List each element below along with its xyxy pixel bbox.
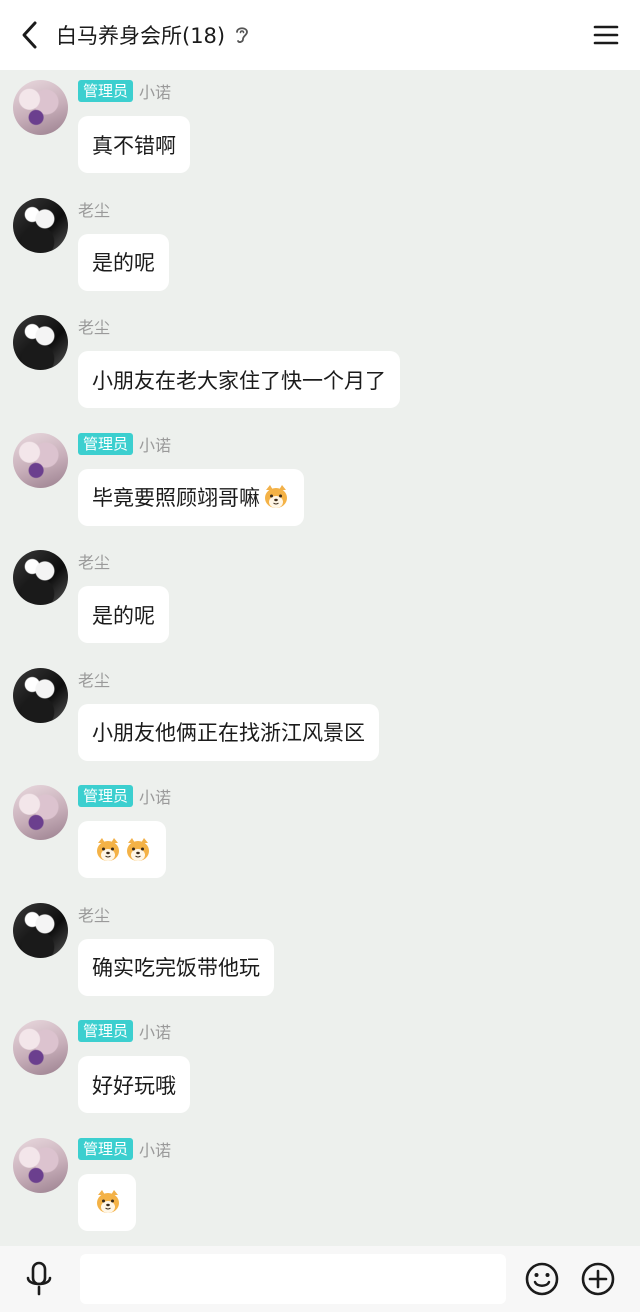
avatar[interactable] [13, 902, 68, 958]
menu-button[interactable] [586, 15, 626, 55]
avatar[interactable] [13, 80, 68, 135]
chat-title-area[interactable]: 白马养身会所(18) [56, 0, 251, 70]
more-button[interactable] [580, 1261, 616, 1297]
message-bubble[interactable]: 毕竟要照顾翊哥嘛 [78, 468, 304, 526]
shiba-dog-emoji-icon [127, 837, 149, 861]
message-text: 小朋友他俩正在找浙江风景区 [92, 721, 365, 745]
chat-screen: 白马养身会所(18) 管理员 小诺 真不错啊 老尘 是的呢 老尘 小朋友在老大家住了快一个月… [0, 0, 640, 1312]
message-list[interactable]: 管理员 小诺 真不错啊 老尘 是的呢 老尘 小朋友在老大家住了快一个月了 管理员 小诺 毕竟要照顾… [0, 70, 640, 1246]
message-text: 是的呢 [92, 603, 155, 628]
shiba-dog-emoji-icon [97, 837, 119, 861]
sender-name: 小诺 [139, 435, 172, 455]
sender-name: 小诺 [139, 83, 172, 102]
sender-line: 管理员 小诺 [78, 432, 171, 456]
message-text: 好好玩哦 [92, 1073, 176, 1098]
shiba-dog-emoji-icon [97, 1190, 119, 1213]
sender-name: 老尘 [78, 200, 111, 220]
chat-message: 管理员 小诺 [0, 775, 640, 893]
chat-message: 管理员 小诺毕竟要照顾翊哥嘛 [0, 423, 640, 541]
ear-icon [233, 24, 251, 46]
message-bubble[interactable]: 真不错啊 [78, 116, 190, 173]
sender-line: 管理员 小诺 [78, 1137, 171, 1161]
sender-line: 管理员 小诺 [78, 1019, 171, 1043]
sender-line: 老尘 [78, 667, 110, 691]
sender-name: 老尘 [78, 905, 111, 925]
avatar[interactable] [13, 550, 68, 605]
chat-message: 老尘确实吃完饭带他玩 [0, 893, 640, 1011]
chat-header: 白马养身会所(18) [0, 0, 640, 70]
sender-name: 老尘 [78, 553, 111, 572]
admin-badge: 管理员 [78, 1020, 134, 1042]
shiba-dog-emoji-icon [265, 485, 287, 508]
avatar[interactable] [13, 667, 68, 723]
sender-name: 小诺 [139, 788, 172, 807]
chat-message: 老尘小朋友在老大家住了快一个月了 [0, 305, 640, 423]
hamburger-menu-icon [593, 25, 619, 45]
sender-name: 老尘 [78, 318, 111, 337]
sender-line: 老尘 [78, 549, 110, 573]
admin-badge: 管理员 [78, 80, 134, 102]
sender-line: 管理员 小诺 [78, 79, 171, 103]
message-bubble[interactable]: 确实吃完饭带他玩 [78, 938, 274, 996]
smiley-icon [525, 1262, 559, 1296]
message-bubble[interactable] [78, 1173, 136, 1231]
avatar[interactable] [13, 315, 68, 370]
message-bubble[interactable]: 是的呢 [78, 233, 169, 291]
plus-circle-icon [581, 1262, 615, 1296]
voice-button[interactable] [20, 1260, 58, 1298]
microphone-icon [26, 1261, 52, 1296]
message-bubble[interactable]: 是的呢 [78, 586, 169, 643]
avatar[interactable] [13, 197, 68, 253]
sender-line: 管理员 小诺 [78, 784, 171, 808]
message-bubble[interactable] [78, 821, 166, 878]
sender-name: 老尘 [78, 670, 111, 690]
chat-message: 管理员 小诺真不错啊 [0, 70, 640, 188]
message-text: 小朋友在老大家住了快一个月了 [92, 368, 386, 393]
avatar[interactable] [13, 1020, 68, 1075]
back-button[interactable] [10, 15, 50, 55]
message-text: 毕竟要照顾翊哥嘛 [92, 486, 260, 510]
sender-line: 老尘 [78, 902, 110, 926]
chat-message: 老尘小朋友他俩正在找浙江风景区 [0, 658, 640, 776]
sender-line: 老尘 [78, 197, 110, 221]
chevron-left-icon [22, 21, 37, 49]
chat-message: 老尘是的呢 [0, 188, 640, 306]
message-text: 是的呢 [92, 251, 155, 275]
message-input[interactable] [80, 1254, 506, 1304]
message-text: 确实吃完饭带他玩 [92, 956, 260, 980]
admin-badge: 管理员 [78, 1137, 134, 1160]
chat-message: 管理员 小诺好好玩哦 [0, 1010, 640, 1128]
avatar[interactable] [13, 1137, 68, 1193]
message-text: 真不错啊 [92, 133, 176, 158]
admin-badge: 管理员 [78, 785, 134, 807]
sender-name: 小诺 [139, 1023, 172, 1042]
chat-message: 老尘是的呢 [0, 540, 640, 658]
sender-name: 小诺 [139, 1140, 172, 1160]
input-bar [0, 1246, 640, 1312]
message-bubble[interactable]: 小朋友他俩正在找浙江风景区 [78, 703, 379, 761]
avatar[interactable] [13, 432, 68, 488]
sender-line: 老尘 [78, 314, 110, 338]
avatar[interactable] [13, 785, 68, 840]
message-bubble[interactable]: 小朋友在老大家住了快一个月了 [78, 351, 400, 408]
admin-badge: 管理员 [78, 432, 134, 455]
message-bubble[interactable]: 好好玩哦 [78, 1056, 190, 1113]
group-title: 白马养身会所(18) [56, 24, 226, 48]
chat-message: 管理员 小诺 [0, 1128, 640, 1246]
emoji-button[interactable] [524, 1261, 560, 1297]
